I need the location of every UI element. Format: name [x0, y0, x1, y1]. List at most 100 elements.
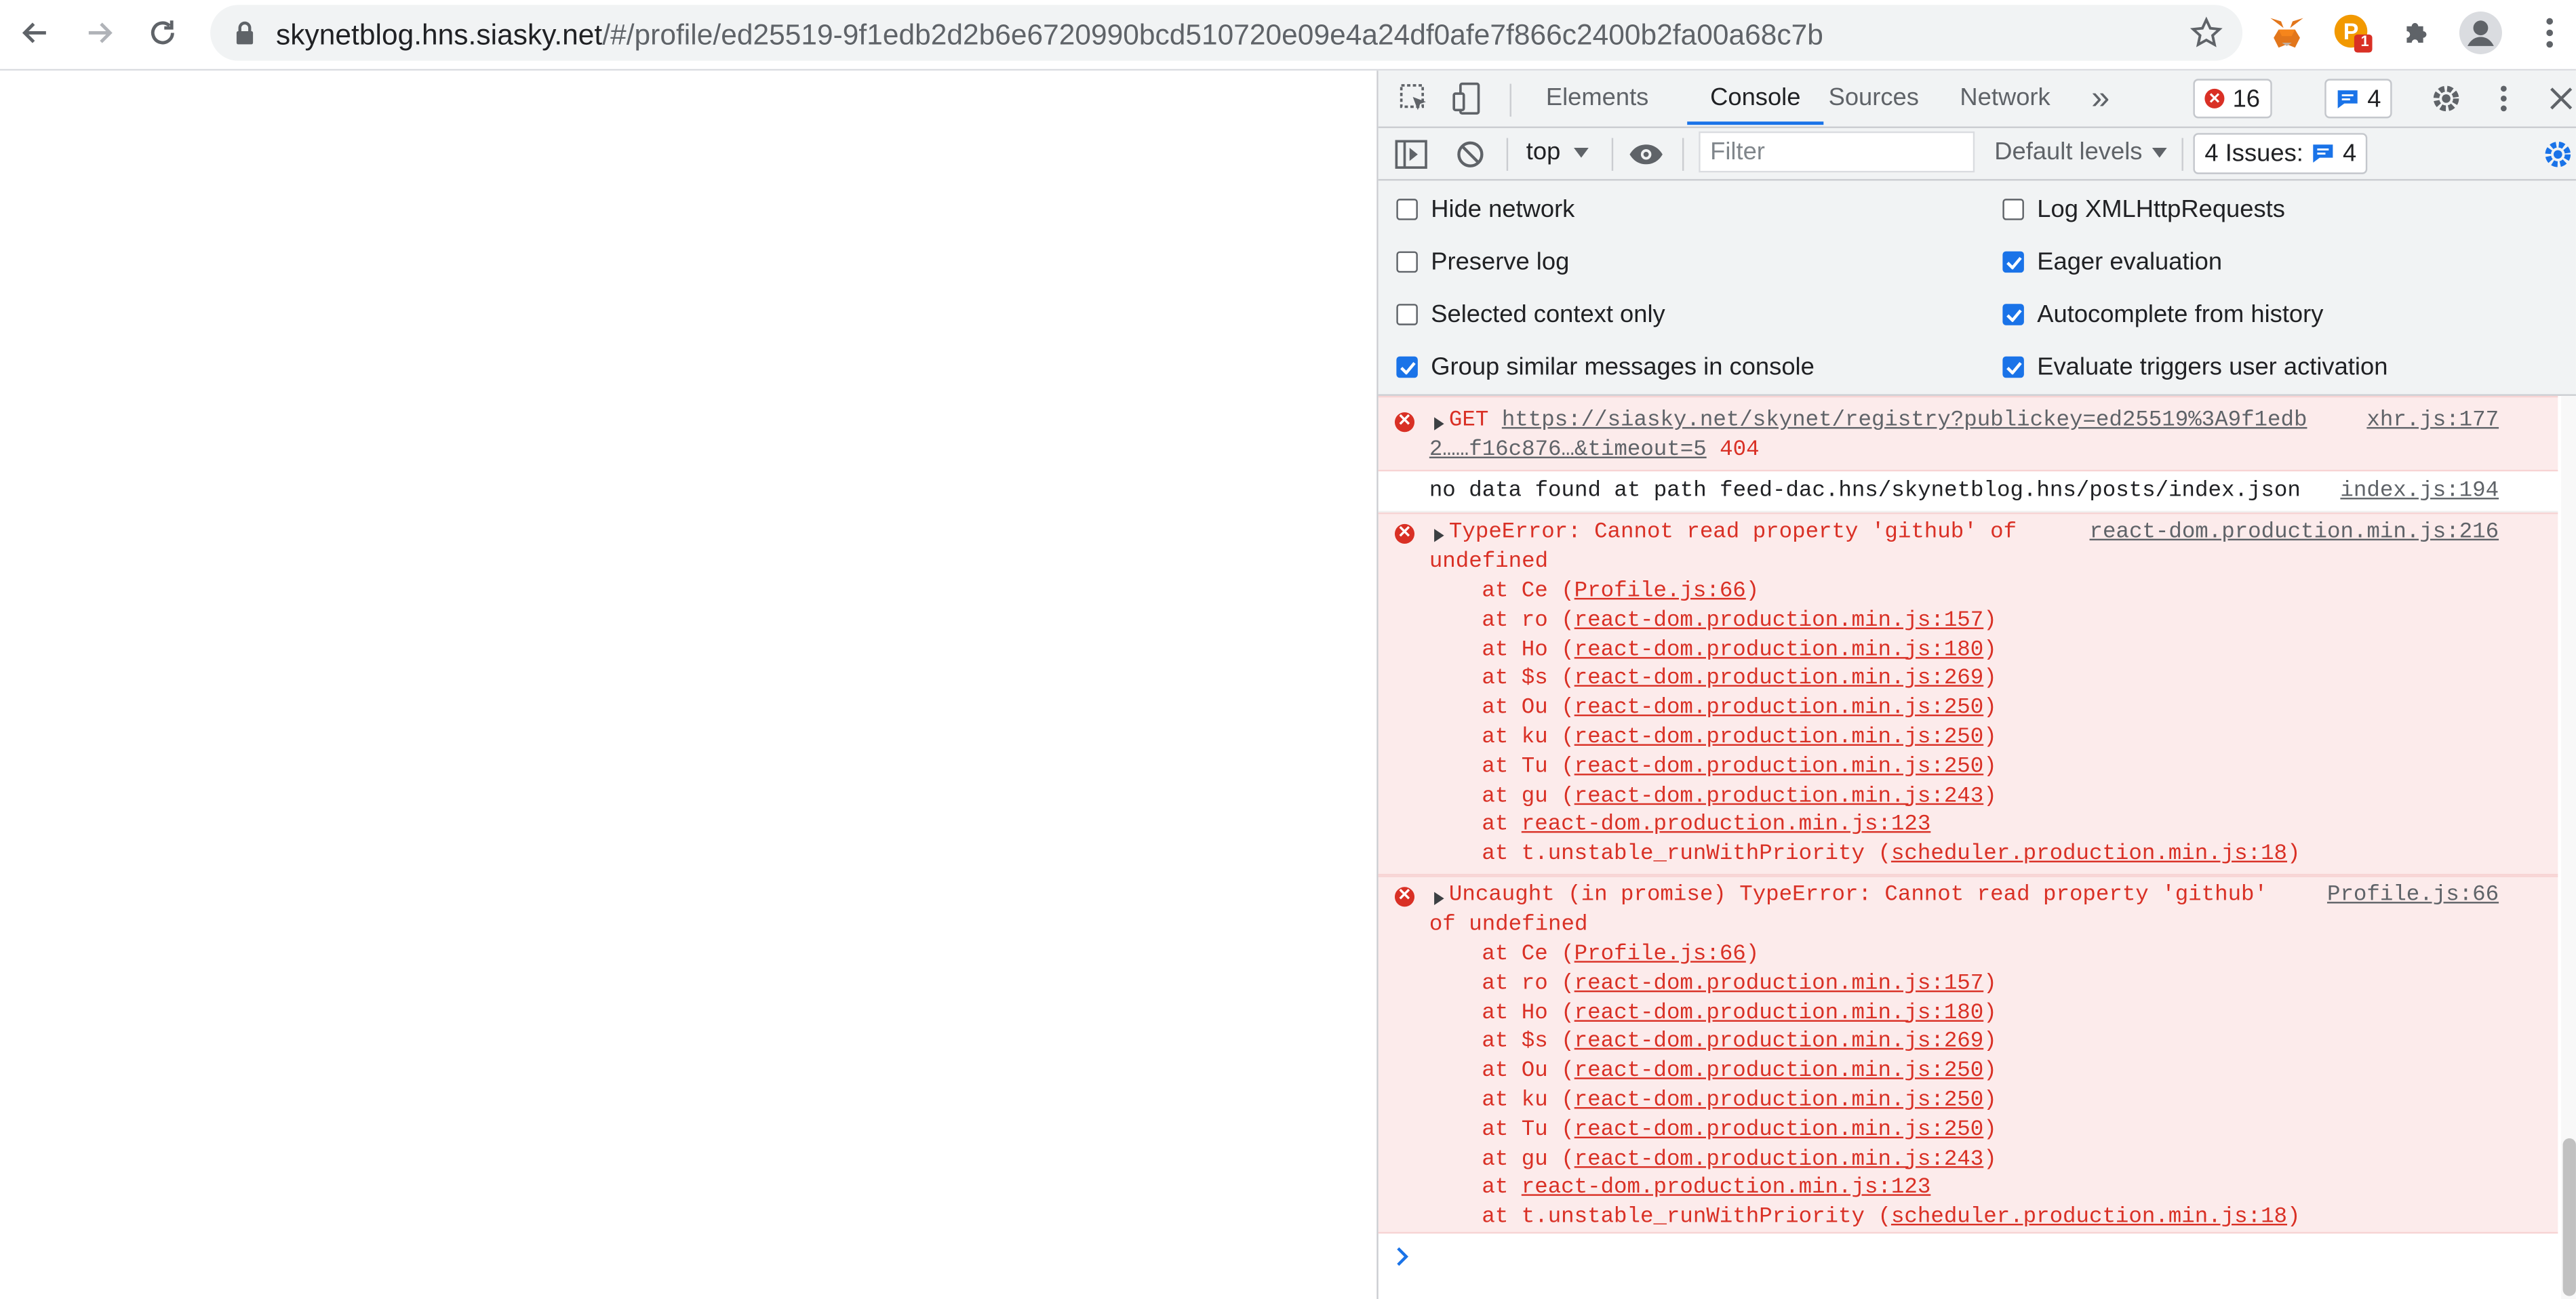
stack-frame-paren: ) — [1983, 1118, 1997, 1143]
http-status: 404 — [1720, 438, 1760, 464]
tab-network[interactable]: Network — [1957, 71, 2054, 125]
stack-frame-link[interactable]: react-dom.production.min.js:123 — [1522, 814, 1931, 838]
device-toolbar-icon[interactable] — [1447, 79, 1486, 118]
forward-button[interactable] — [75, 8, 125, 58]
console-scrollbar[interactable] — [2561, 395, 2576, 1299]
stack-frame-link[interactable]: react-dom.production.min.js:250 — [1574, 755, 1984, 780]
stack-frame-link[interactable]: Profile.js:66 — [1574, 943, 1746, 967]
stack-frame-link[interactable]: react-dom.production.min.js:243 — [1574, 784, 1984, 809]
stack-frame-link[interactable]: react-dom.production.min.js:250 — [1574, 1089, 1984, 1113]
back-button[interactable] — [10, 8, 60, 58]
tab-elements[interactable]: Elements — [1543, 71, 1652, 125]
error-count-badge[interactable]: ✕ 16 — [2193, 79, 2272, 119]
clear-console-icon[interactable] — [1450, 135, 1490, 174]
stack-frame-prefix: at — [1482, 972, 1522, 997]
stack-frame-function: Ou — [1521, 1060, 1548, 1085]
stack-frame-link[interactable]: react-dom.production.min.js:250 — [1574, 697, 1984, 721]
source-link[interactable]: Profile.js:66 — [2327, 882, 2499, 912]
stack-frame-prefix: at — [1482, 843, 1522, 868]
checkbox-hide-network[interactable] — [1396, 199, 1418, 220]
request-url-link[interactable]: https://siasky.net/skynet/registry?publi… — [1502, 409, 2307, 433]
option-group-similar[interactable]: Group similar messages in console — [1396, 353, 1815, 382]
stack-frame-link[interactable]: react-dom.production.min.js:123 — [1522, 1177, 1931, 1201]
stack-frame-link[interactable]: react-dom.production.min.js:243 — [1574, 1148, 1984, 1172]
stack-frame-link[interactable]: react-dom.production.min.js:180 — [1574, 638, 1984, 662]
bookmark-star-icon[interactable] — [2189, 16, 2223, 49]
message-count-badge[interactable]: 4 — [2324, 79, 2393, 119]
expand-triangle-icon[interactable] — [1434, 529, 1444, 542]
stack-frame-paren: ) — [1983, 609, 1997, 634]
stack-frame-link[interactable]: react-dom.production.min.js:180 — [1574, 1001, 1984, 1026]
option-label: Hide network — [1431, 195, 1575, 224]
console-toolbar: top Default levels 4 Issues: 4 — [1378, 127, 2576, 181]
source-link[interactable]: xhr.js:177 — [2366, 407, 2499, 437]
context-selector[interactable]: top — [1526, 138, 1589, 166]
option-evaluate-triggers[interactable]: Evaluate triggers user activation — [2002, 353, 2387, 381]
stack-frame-link[interactable]: react-dom.production.min.js:250 — [1574, 1118, 1984, 1142]
tab-sources[interactable]: Sources — [1825, 71, 1922, 125]
option-log-xmlhttprequests[interactable]: Log XMLHttpRequests — [2002, 195, 2285, 224]
extension-icon[interactable]: P 1 — [2330, 10, 2376, 56]
stack-frame-link[interactable]: react-dom.production.min.js:250 — [1574, 1060, 1984, 1084]
more-tabs-chevron-icon[interactable]: » — [2088, 71, 2113, 125]
request-url-link-cont[interactable]: 2……f16c876…&timeout=5 — [1429, 439, 1707, 463]
checkbox-preserve-log[interactable] — [1396, 251, 1418, 273]
checkbox-log-xhr[interactable] — [2002, 199, 2024, 220]
profile-avatar-icon[interactable] — [2458, 10, 2504, 56]
scrollbar-thumb[interactable] — [2562, 1138, 2576, 1296]
console-error-get[interactable]: ✕ GET https://siasky.net/skynet/registry… — [1378, 395, 2558, 472]
stack-frame-paren: ( — [1547, 1001, 1574, 1026]
option-selected-context-only[interactable]: Selected context only — [1396, 300, 1665, 329]
browser-menu-icon[interactable] — [2527, 10, 2573, 56]
expand-triangle-icon[interactable] — [1434, 417, 1444, 431]
stack-frame-prefix: at — [1482, 725, 1522, 751]
inspect-element-icon[interactable] — [1395, 79, 1434, 118]
source-link[interactable]: index.js:194 — [2340, 478, 2499, 508]
checkbox-autocomplete-history[interactable] — [2002, 304, 2024, 325]
live-expression-eye-icon[interactable] — [1627, 135, 1666, 174]
checkbox-eager-evaluation[interactable] — [2002, 251, 2024, 273]
checkbox-evaluate-triggers[interactable] — [2002, 356, 2024, 378]
option-autocomplete-history[interactable]: Autocomplete from history — [2002, 300, 2323, 329]
stack-frame: at $s (react-dom.production.min.js:269) — [1482, 1029, 1996, 1059]
stack-frame-link[interactable]: react-dom.production.min.js:269 — [1574, 1031, 1984, 1055]
option-label: Group similar messages in console — [1431, 353, 1815, 382]
filter-input[interactable] — [1699, 131, 1975, 173]
console-log-info[interactable]: no data found at path feed-dac.hns/skyne… — [1378, 471, 2558, 513]
devtools-settings-gear-icon[interactable] — [2426, 79, 2465, 118]
stack-frame: at gu (react-dom.production.min.js:243) — [1482, 1146, 1996, 1176]
stack-frame-link[interactable]: scheduler.production.min.js:18 — [1891, 1206, 2287, 1231]
stack-frame-link[interactable]: scheduler.production.min.js:18 — [1891, 843, 2287, 867]
log-levels-dropdown[interactable]: Default levels — [1994, 138, 2167, 166]
extensions-puzzle-icon[interactable] — [2394, 10, 2440, 56]
close-devtools-icon[interactable] — [2541, 79, 2576, 118]
issues-button[interactable]: 4 Issues: 4 — [2193, 133, 2369, 174]
devtools-menu-icon[interactable] — [2484, 79, 2523, 118]
stack-frame-paren: ) — [1983, 1089, 1997, 1114]
stack-frame-paren: ) — [2287, 1205, 2301, 1231]
source-link[interactable]: react-dom.production.min.js:216 — [2090, 519, 2499, 549]
option-eager-evaluation[interactable]: Eager evaluation — [2002, 248, 2222, 276]
console-prompt[interactable] — [1379, 1234, 2558, 1299]
console-settings-gear-icon[interactable] — [2538, 135, 2576, 174]
console-error-uncaught[interactable]: ✕ Uncaught (in promise) TypeError: Canno… — [1378, 875, 2558, 1234]
checkbox-selected-context-only[interactable] — [1396, 304, 1418, 325]
address-bar[interactable]: skynetblog.hns.siasky.net/#/profile/ed25… — [210, 5, 2243, 61]
stack-frame-link[interactable]: react-dom.production.min.js:269 — [1574, 668, 1984, 692]
console-error-typeerror[interactable]: ✕ TypeError: Cannot read property 'githu… — [1378, 512, 2558, 876]
option-hide-network[interactable]: Hide network — [1396, 195, 1575, 224]
checkmark-icon — [2005, 308, 2021, 321]
show-sidebar-icon[interactable] — [1391, 135, 1431, 174]
tab-console[interactable]: Console — [1687, 71, 1824, 125]
stack-frame-link[interactable]: react-dom.production.min.js:157 — [1574, 609, 1984, 633]
stack-frame-link[interactable]: react-dom.production.min.js:250 — [1574, 726, 1984, 751]
expand-triangle-icon[interactable] — [1434, 892, 1444, 905]
checkbox-group-similar[interactable] — [1396, 356, 1418, 378]
reload-button[interactable] — [138, 8, 188, 58]
metamask-extension-icon[interactable] — [2264, 10, 2310, 56]
option-preserve-log[interactable]: Preserve log — [1396, 248, 1569, 276]
stack-frame-link[interactable]: react-dom.production.min.js:157 — [1574, 972, 1984, 997]
stack-frame-function: ro — [1521, 972, 1548, 997]
stack-frame-link[interactable]: Profile.js:66 — [1574, 580, 1746, 604]
stack-frame-paren: ( — [1547, 784, 1574, 810]
